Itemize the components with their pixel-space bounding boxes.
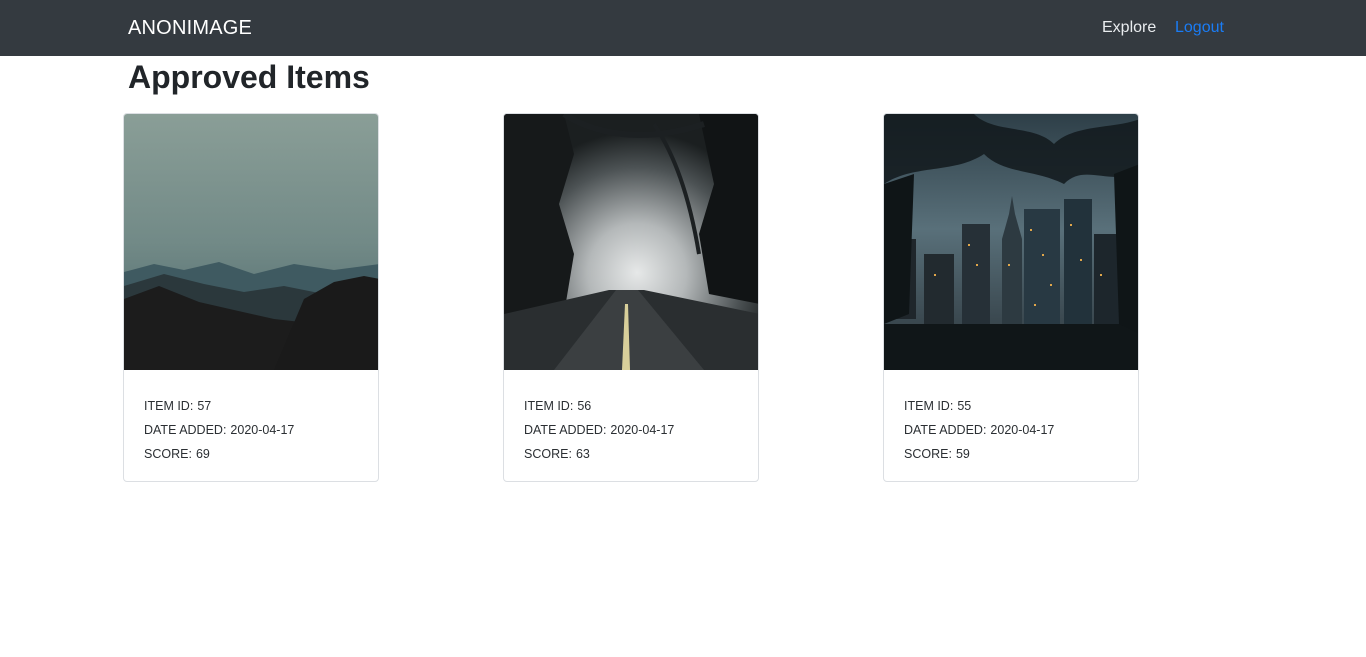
navbar: ANONIMAGE Explore Logout xyxy=(0,0,1366,56)
item-date: DATE ADDED: 2020-04-17 xyxy=(144,423,295,437)
item-image[interactable] xyxy=(884,114,1139,370)
item-id: ITEM ID: 57 xyxy=(144,399,212,413)
item-card[interactable]: ITEM ID: 56 DATE ADDED: 2020-04-17 SCORE: 6… xyxy=(503,113,759,482)
item-id: ITEM ID: 55 xyxy=(904,399,972,413)
item-card[interactable]: ITEM ID: 57 DATE ADDED: 2020-04-17 SCORE: 6… xyxy=(123,113,379,482)
item-score: SCORE: 69 xyxy=(144,447,210,461)
nav-logout-link[interactable]: Logout xyxy=(1175,18,1224,38)
item-image[interactable] xyxy=(504,114,759,370)
item-card[interactable]: ITEM ID: 55 DATE ADDED: 2020-04-17 SCORE: 5… xyxy=(883,113,1139,482)
item-details: ITEM ID: 56 DATE ADDED: 2020-04-17 SCORE: 6… xyxy=(524,394,674,466)
nav-explore-link[interactable]: Explore xyxy=(1102,18,1156,38)
item-date: DATE ADDED: 2020-04-17 xyxy=(904,423,1055,437)
page-title: Approved Items xyxy=(128,59,370,95)
item-id: ITEM ID: 56 xyxy=(524,399,592,413)
item-score: SCORE: 63 xyxy=(524,447,590,461)
brand-logo[interactable]: ANONIMAGE xyxy=(128,16,252,40)
item-score: SCORE: 59 xyxy=(904,447,970,461)
item-details: ITEM ID: 57 DATE ADDED: 2020-04-17 SCORE: 6… xyxy=(144,394,294,466)
item-date: DATE ADDED: 2020-04-17 xyxy=(524,423,675,437)
item-details: ITEM ID: 55 DATE ADDED: 2020-04-17 SCORE: 5… xyxy=(904,394,1054,466)
item-image[interactable] xyxy=(124,114,379,370)
